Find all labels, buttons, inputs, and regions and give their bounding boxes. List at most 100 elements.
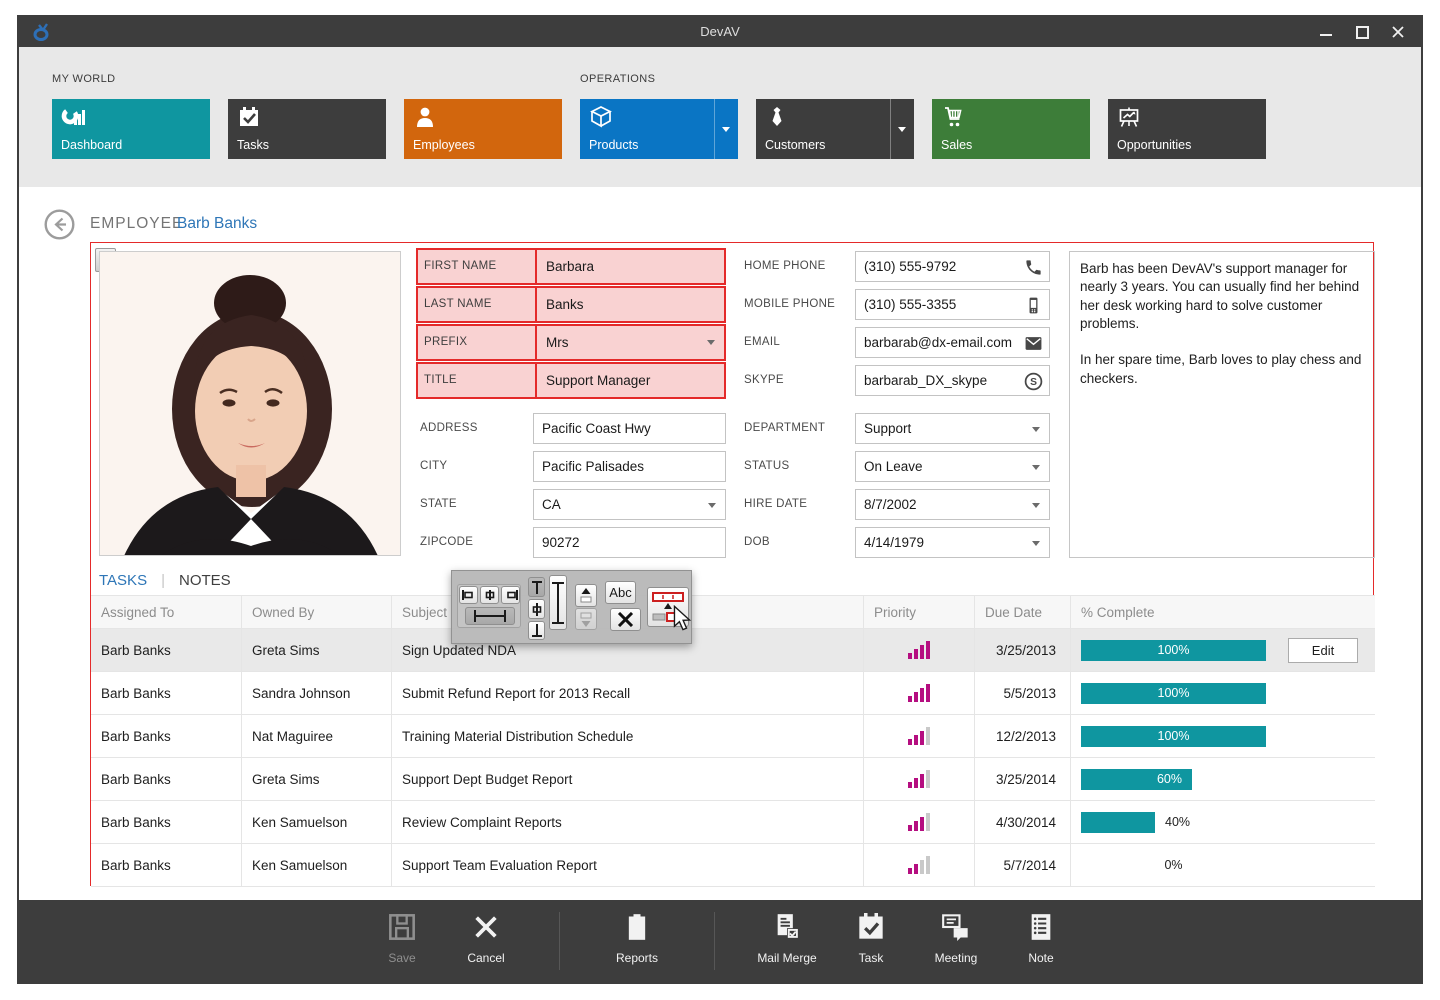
field-label-status: STATUS: [744, 451, 852, 482]
minimize-button[interactable]: [1311, 19, 1341, 45]
field-label: PREFIX: [424, 326, 467, 359]
align-right-button[interactable]: [501, 586, 520, 604]
layout-customization-popup: Abc: [451, 570, 692, 644]
skype-field[interactable]: barbarab_DX_skype S: [855, 365, 1050, 396]
field-value[interactable]: Support Manager: [535, 364, 724, 397]
close-button[interactable]: [1383, 19, 1413, 45]
meeting-button[interactable]: Meeting: [918, 910, 994, 974]
tile-products[interactable]: Products: [580, 99, 738, 159]
chevron-down-icon[interactable]: [708, 503, 716, 508]
column-header[interactable]: Due Date: [975, 596, 1071, 628]
tile-dropdown-button[interactable]: [714, 99, 738, 159]
move-up-button[interactable]: [575, 584, 597, 607]
back-button[interactable]: [44, 209, 75, 240]
cancel-button[interactable]: Cancel: [448, 910, 524, 974]
reports-icon: [623, 912, 651, 942]
cell-percent-complete: 0%: [1071, 844, 1375, 886]
priority-icon: [908, 641, 930, 659]
progress-bar: 60%: [1081, 769, 1266, 790]
align-left-button[interactable]: [459, 586, 478, 604]
delete-item-button[interactable]: [610, 608, 641, 631]
column-header[interactable]: Assigned To: [91, 596, 242, 628]
move-down-button[interactable]: [575, 608, 597, 630]
address-field[interactable]: Pacific Coast Hwy: [533, 413, 726, 444]
stretch-horizontal-button[interactable]: [465, 607, 515, 625]
chevron-down-icon[interactable]: [1032, 465, 1040, 470]
table-row[interactable]: Barb Banks Ken Samuelson Support Team Ev…: [91, 844, 1375, 887]
save-button[interactable]: Save: [364, 910, 440, 974]
breadcrumb-employee-name: Barb Banks: [177, 215, 257, 233]
chevron-down-icon: [722, 127, 730, 132]
app-window: DevAV MY WORLD OPERATIONS Dashboard Task…: [17, 15, 1423, 984]
rename-button[interactable]: Abc: [605, 581, 636, 604]
city-field[interactable]: Pacific Palisades: [533, 451, 726, 482]
cell-priority: [864, 844, 975, 886]
tile-employees[interactable]: Employees: [404, 99, 562, 159]
align-middle-button[interactable]: [528, 599, 545, 619]
stretch-vertical-button[interactable]: [549, 575, 567, 630]
note-button[interactable]: Note: [1003, 910, 1079, 974]
field-prefix[interactable]: PREFIX Mrs: [416, 324, 726, 361]
notes-paragraph: In her spare time, Barb loves to play ch…: [1080, 351, 1364, 388]
field-last-name[interactable]: LAST NAME Banks: [416, 286, 726, 323]
align-center-horizontal-button[interactable]: [480, 586, 499, 604]
field-first-name[interactable]: FIRST NAME Barbara: [416, 248, 726, 285]
tile-opportunities[interactable]: Opportunities: [1108, 99, 1266, 159]
toolbar-label: Meeting: [918, 951, 994, 965]
field-value[interactable]: Barbara: [535, 250, 724, 283]
chevron-down-icon[interactable]: [707, 340, 715, 345]
tile-tasks[interactable]: Tasks: [228, 99, 386, 159]
dob-dropdown[interactable]: 4/14/1979: [855, 527, 1050, 558]
edit-button[interactable]: Edit: [1288, 638, 1358, 663]
column-header[interactable]: Owned By: [242, 596, 392, 628]
home-phone-field[interactable]: (310) 555-9792: [855, 251, 1050, 282]
table-row[interactable]: Barb Banks Nat Maguiree Training Materia…: [91, 715, 1375, 758]
tile-customers[interactable]: Customers: [756, 99, 914, 159]
table-row[interactable]: Barb Banks Greta Sims Support Dept Budge…: [91, 758, 1375, 801]
align-bottom-button[interactable]: [528, 621, 545, 640]
field-label-dob: DOB: [744, 527, 852, 558]
chevron-down-icon[interactable]: [1032, 541, 1040, 546]
zipcode-field[interactable]: 90272: [533, 527, 726, 558]
progress-bar: 100%: [1081, 640, 1266, 661]
tile-sales[interactable]: Sales: [932, 99, 1090, 159]
status-dropdown[interactable]: On Leave: [855, 451, 1050, 482]
chevron-down-icon[interactable]: [1032, 503, 1040, 508]
cell-owned-by: Sandra Johnson: [242, 672, 392, 714]
align-top-button[interactable]: [528, 577, 545, 597]
tile-dropdown-button[interactable]: [890, 99, 914, 159]
products-icon: [589, 106, 613, 128]
field-value[interactable]: Mrs: [535, 326, 724, 359]
bottom-toolbar: Save Cancel Reports Mail Merge Task Meet…: [19, 900, 1421, 982]
column-header[interactable]: % Complete: [1071, 596, 1375, 628]
tile-dashboard[interactable]: Dashboard: [52, 99, 210, 159]
toolbar-label: Reports: [599, 951, 675, 965]
tile-label: Tasks: [237, 138, 269, 152]
mobile-phone-field[interactable]: (310) 555-3355: [855, 289, 1050, 320]
employee-notes[interactable]: Barb has been DevAV's support manager fo…: [1069, 251, 1375, 558]
title-bar: DevAV: [19, 17, 1421, 47]
mail-merge-button[interactable]: Mail Merge: [749, 910, 825, 974]
state-dropdown[interactable]: CA: [533, 489, 726, 520]
table-row[interactable]: Barb Banks Greta Sims Sign Updated NDA 3…: [91, 629, 1375, 672]
department-dropdown[interactable]: Support: [855, 413, 1050, 444]
tab-tasks[interactable]: TASKS: [99, 572, 147, 589]
maximize-button[interactable]: [1347, 19, 1377, 45]
chevron-down-icon[interactable]: [1032, 427, 1040, 432]
reports-button[interactable]: Reports: [599, 910, 675, 974]
priority-icon: [908, 727, 930, 745]
field-value[interactable]: Banks: [535, 288, 724, 321]
field-title[interactable]: TITLE Support Manager: [416, 362, 726, 399]
email-field[interactable]: barbarab@dx-email.com: [855, 327, 1050, 358]
table-row[interactable]: Barb Banks Ken Samuelson Review Complain…: [91, 801, 1375, 844]
hire-date-dropdown[interactable]: 8/7/2002: [855, 489, 1050, 520]
column-header[interactable]: Priority: [864, 596, 975, 628]
task-button[interactable]: Task: [833, 910, 909, 974]
tab-notes[interactable]: NOTES: [179, 572, 231, 589]
cell-subject: Support Team Evaluation Report: [392, 844, 864, 886]
table-row[interactable]: Barb Banks Sandra Johnson Submit Refund …: [91, 672, 1375, 715]
cell-subject: Training Material Distribution Schedule: [392, 715, 864, 757]
meeting-icon: [942, 912, 970, 942]
tab-divider: |: [161, 572, 165, 589]
field-label-home-phone: HOME PHONE: [744, 251, 852, 282]
